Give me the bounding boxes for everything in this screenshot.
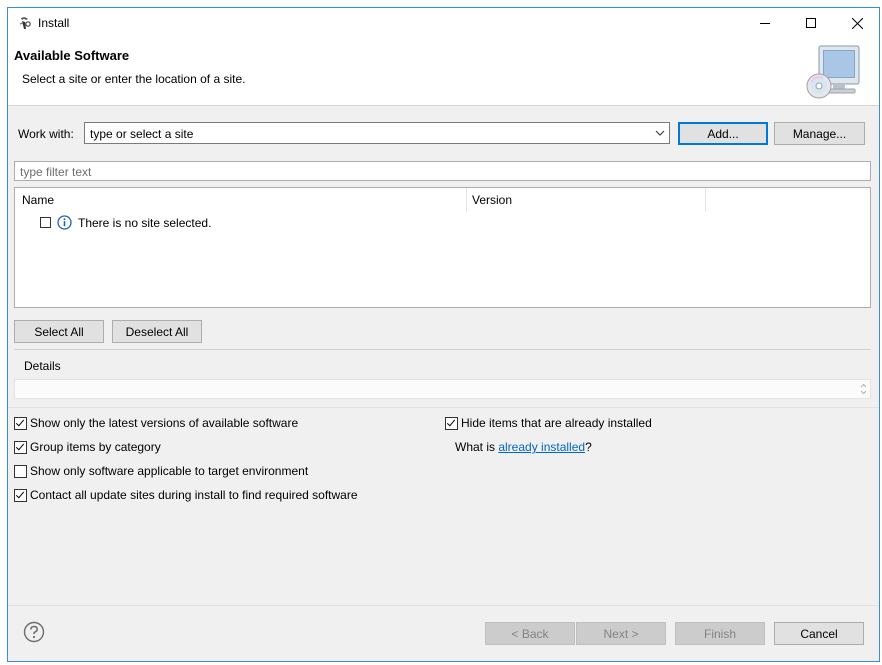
close-icon (851, 17, 863, 29)
work-with-combo[interactable]: type or select a site (84, 122, 670, 144)
next-button[interactable]: Next > (576, 622, 666, 645)
finish-button[interactable]: Finish (675, 622, 765, 645)
minimize-icon (760, 23, 770, 24)
show-latest-option[interactable]: Show only the latest versions of availab… (14, 415, 434, 431)
column-header-name[interactable]: Name (22, 193, 54, 211)
software-tree[interactable]: Name Version There is no site selected. (14, 187, 871, 308)
hide-installed-label: Hide items that are already installed (461, 416, 652, 430)
cancel-button[interactable]: Cancel (774, 622, 864, 645)
group-by-category-label: Group items by category (30, 440, 161, 454)
what-is-suffix: ? (585, 440, 592, 454)
title-bar: Install (8, 8, 879, 38)
install-dialog: Install Available Software Select a site… (7, 7, 880, 662)
column-header-version[interactable]: Version (472, 193, 512, 211)
select-all-button[interactable]: Select All (14, 320, 104, 343)
scroll-arrows-icon (860, 383, 867, 395)
hide-installed-option[interactable]: Hide items that are already installed (445, 415, 745, 431)
maximize-icon (806, 18, 816, 28)
footer-separator (8, 605, 879, 606)
add-site-button[interactable]: Add... (678, 122, 768, 145)
computer-cd-icon (806, 45, 860, 99)
column-separator (466, 188, 467, 212)
page-description: Select a site or enter the location of a… (22, 72, 246, 86)
show-latest-checkbox[interactable] (14, 417, 27, 430)
chevron-down-icon (655, 130, 665, 136)
applicable-only-checkbox[interactable] (14, 465, 27, 478)
column-separator (705, 188, 706, 212)
work-with-value: type or select a site (90, 127, 194, 141)
work-with-label: Work with: (18, 127, 74, 141)
close-button[interactable] (834, 8, 880, 38)
already-installed-prompt: What is already installed? (455, 440, 592, 454)
hide-installed-checkbox[interactable] (445, 417, 458, 430)
details-label: Details (22, 359, 63, 373)
help-icon[interactable] (23, 621, 45, 643)
deselect-all-button[interactable]: Deselect All (112, 320, 202, 343)
group-by-category-checkbox[interactable] (14, 441, 27, 454)
contact-all-sites-label: Contact all update sites during install … (30, 488, 358, 502)
details-separator (14, 349, 871, 350)
page-title: Available Software (14, 48, 130, 63)
filter-field (14, 161, 871, 181)
details-text-area[interactable] (14, 379, 871, 399)
filter-input[interactable] (18, 163, 862, 181)
contact-all-sites-checkbox[interactable] (14, 489, 27, 502)
minimize-button[interactable] (742, 8, 788, 38)
applicable-only-option[interactable]: Show only software applicable to target … (14, 463, 434, 479)
contact-all-sites-option[interactable]: Contact all update sites during install … (14, 487, 434, 503)
install-wizard-icon (19, 17, 31, 29)
info-icon (57, 215, 72, 230)
window-title: Install (38, 16, 70, 30)
row-label: There is no site selected. (78, 216, 212, 230)
back-button[interactable]: < Back (485, 622, 575, 645)
what-is-prefix: What is (455, 440, 499, 454)
row-checkbox[interactable] (40, 217, 51, 228)
already-installed-link[interactable]: already installed (498, 440, 585, 454)
tree-row[interactable]: There is no site selected. (39, 214, 439, 232)
options-separator (8, 407, 879, 408)
manage-sites-button[interactable]: Manage... (774, 122, 865, 145)
group-by-category-option[interactable]: Group items by category (14, 439, 434, 455)
maximize-button[interactable] (788, 8, 834, 38)
show-latest-label: Show only the latest versions of availab… (30, 416, 299, 430)
wizard-header: Available Software Select a site or ente… (8, 38, 879, 106)
applicable-only-label: Show only software applicable to target … (30, 464, 309, 478)
